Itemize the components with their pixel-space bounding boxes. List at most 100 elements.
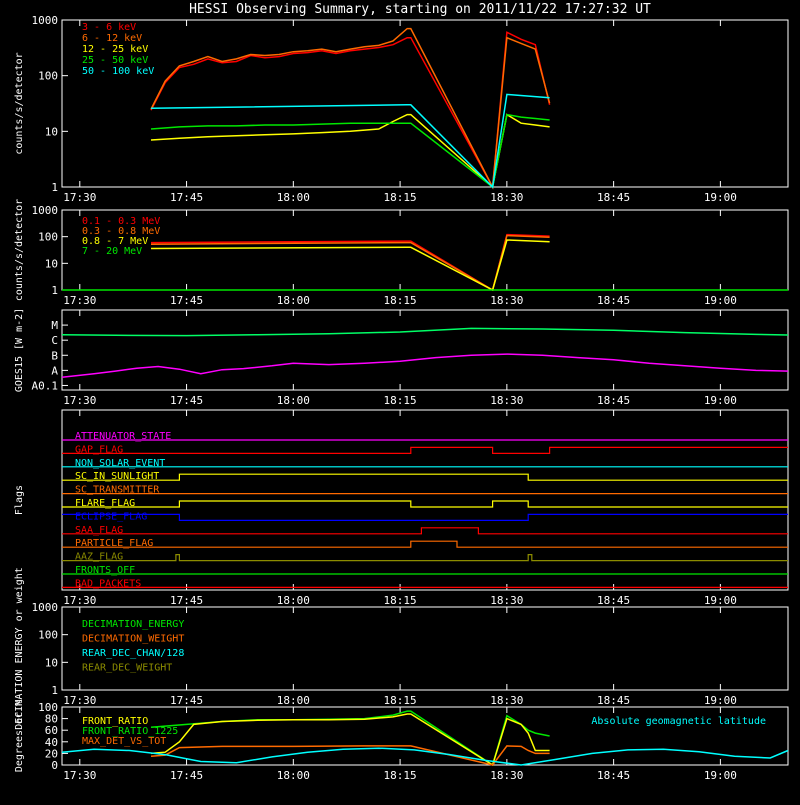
series-line	[150, 713, 550, 767]
y-tick-label: M	[51, 319, 58, 332]
y-tick-label: 1000	[32, 204, 59, 217]
panel-4: 17:30 17:45 18:00 18:15 18:30 18:45 19:00 Flags…	[14, 409, 789, 607]
x-tick-label: 19:00	[704, 769, 737, 782]
x-tick-label: 17:45	[170, 191, 203, 204]
flag-label: SC_TRANSMITTER	[75, 485, 160, 496]
panel-frame	[61, 19, 789, 188]
series-line	[61, 327, 789, 337]
x-tick-label: 18:45	[597, 769, 630, 782]
legend-entry: DECIMATION_WEIGHT	[82, 634, 184, 645]
y-tick-label: 1	[51, 181, 58, 194]
legend-entry: DECIMATION_ENERGY	[82, 619, 184, 630]
x-tick-label: 19:00	[704, 191, 737, 204]
flag-label: FRONTS_OFF	[75, 565, 135, 576]
flag-label: SAA_FLAG	[75, 525, 123, 536]
y-tick-label: C	[51, 334, 58, 347]
observing-summary-figure: HESSI Observing Summary, starting on 201…	[0, 0, 800, 800]
x-tick-label: 18:30	[490, 594, 523, 607]
flag-label: BAD_PACKETS	[75, 578, 141, 589]
x-tick-label: 17:45	[170, 394, 203, 407]
flag-label: AAZ_FLAG	[75, 552, 123, 563]
panel-3: 17:30 17:45 18:00 18:15 18:30 18:45 19:00 A0.1 A…	[14, 308, 789, 407]
y-axis-label: GOES15 [W m-2]	[14, 308, 25, 392]
y-tick-label: 10	[45, 656, 58, 669]
x-tick-label: 17:30	[63, 294, 96, 307]
y-tick-label: 60	[45, 724, 58, 737]
y-tick-label: 1000	[32, 601, 59, 614]
flag-line	[62, 473, 788, 481]
flag-line	[62, 527, 788, 535]
y-tick-label: A	[51, 364, 58, 377]
y-axis-label: Flags	[14, 485, 25, 515]
x-tick-label: 18:15	[384, 191, 417, 204]
x-tick-label: 19:00	[704, 294, 737, 307]
flag-line	[62, 500, 788, 508]
legend-entry: 25 - 50 keV	[82, 55, 148, 66]
y-axis-label: Degrees or %	[14, 700, 25, 772]
y-tick-label: 1	[51, 684, 58, 697]
y-tick-label: 0	[51, 759, 58, 772]
x-tick-label: 17:30	[63, 191, 96, 204]
flag-label: FLARE_FLAG	[75, 498, 135, 509]
x-tick-label: 17:45	[170, 694, 203, 707]
legend-entry-right: Absolute geomagnetic latitude	[591, 716, 766, 727]
series-line	[61, 353, 789, 378]
flag-label: SC_IN_SUNLIGHT	[75, 471, 159, 482]
x-tick-label: 18:15	[384, 594, 417, 607]
x-tick-label: 18:30	[490, 191, 523, 204]
legend-entry: REAR_DEC_CHAN/128	[82, 648, 184, 659]
legend-entry: 7 - 20 MeV	[82, 246, 142, 257]
panel-5: 17:30 17:45 18:00 18:15 18:30 18:45 19:00 1 10 10…	[14, 567, 789, 730]
flag-label: ATTENUATOR_STATE	[75, 431, 171, 442]
x-tick-label: 18:30	[490, 394, 523, 407]
y-tick-label: 40	[45, 736, 58, 749]
y-axis-label: counts/s/detector	[14, 199, 25, 301]
figure-title: HESSI Observing Summary, starting on 201…	[189, 2, 651, 17]
series-line	[150, 234, 550, 292]
x-tick-label: 18:30	[490, 294, 523, 307]
x-tick-label: 18:15	[384, 394, 417, 407]
legend-entry: 12 - 25 keV	[82, 44, 148, 55]
y-tick-label: 1	[51, 284, 58, 297]
x-tick-label: 19:00	[704, 394, 737, 407]
y-tick-label: 1000	[32, 14, 59, 27]
flag-line	[62, 553, 788, 562]
x-tick-label: 18:15	[384, 294, 417, 307]
x-tick-label: 18:00	[277, 191, 310, 204]
panel-2: 17:30 17:45 18:00 18:15 18:30 18:45 19:00 1 10 10…	[14, 199, 789, 307]
series-line	[150, 31, 551, 190]
x-tick-label: 18:00	[277, 694, 310, 707]
y-tick-label: A0.1	[32, 379, 59, 392]
x-tick-label: 17:30	[63, 769, 96, 782]
x-tick-label: 17:45	[170, 769, 203, 782]
series-line	[61, 747, 789, 766]
x-tick-label: 17:30	[63, 694, 96, 707]
legend-entry: 50 - 100 keV	[82, 66, 154, 77]
x-tick-label: 18:45	[597, 594, 630, 607]
x-tick-label: 18:00	[277, 769, 310, 782]
y-tick-label: 10	[45, 125, 58, 138]
y-tick-label: 20	[45, 747, 58, 760]
x-tick-label: 19:00	[704, 694, 737, 707]
y-tick-label: 10	[45, 257, 58, 270]
panel-1: 17:30 17:45 18:00 18:15 18:30 18:45 19:00 1 10 10…	[14, 14, 789, 204]
flag-line	[62, 513, 788, 522]
y-tick-label: 100	[38, 70, 58, 83]
series-line	[150, 239, 550, 292]
panel-frame	[61, 309, 789, 391]
legend-entry: 3 - 6 keV	[82, 22, 136, 33]
x-tick-label: 18:00	[277, 294, 310, 307]
y-tick-label: B	[51, 349, 58, 362]
x-tick-label: 18:30	[490, 769, 523, 782]
flag-label: PARTICLE_FLAG	[75, 538, 153, 549]
flag-label: ECLIPSE_FLAG	[75, 511, 147, 522]
flag-label: GAP_FLAG	[75, 444, 123, 455]
x-tick-label: 18:15	[384, 769, 417, 782]
legend-entry: REAR_DEC_WEIGHT	[82, 663, 172, 674]
x-tick-label: 18:00	[277, 594, 310, 607]
y-axis-label: counts/s/detector	[14, 52, 25, 154]
flag-line	[62, 540, 788, 548]
figure-svg: HESSI Observing Summary, starting on 201…	[14, 2, 789, 782]
series-line	[150, 93, 550, 189]
flag-line	[62, 446, 788, 454]
